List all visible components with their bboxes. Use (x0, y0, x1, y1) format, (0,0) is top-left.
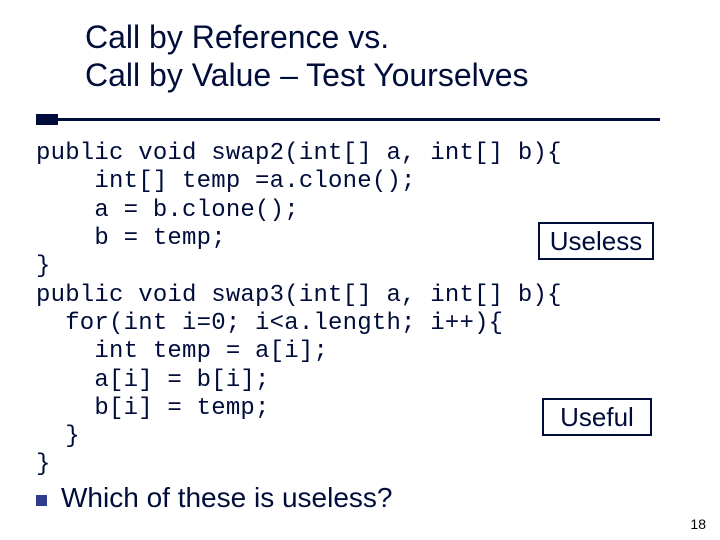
code-block: public void swap2(int[] a, int[] b){ int… (36, 140, 562, 480)
bullet-row: Which of these is useless? (36, 482, 393, 514)
title-line-2: Call by Value – Test Yourselves (85, 56, 529, 94)
square-bullet-icon (36, 495, 47, 506)
slide: Call by Reference vs. Call by Value – Te… (0, 0, 720, 540)
useless-label-box: Useless (538, 222, 654, 260)
title-underline (36, 118, 660, 121)
question-text: Which of these is useless? (61, 482, 393, 514)
useful-label-box: Useful (542, 398, 652, 436)
page-number: 18 (690, 516, 706, 532)
slide-title: Call by Reference vs. Call by Value – Te… (85, 18, 529, 95)
title-line-1: Call by Reference vs. (85, 18, 529, 56)
